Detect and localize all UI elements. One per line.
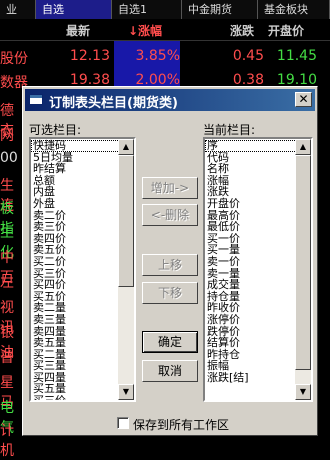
dialog-title: 订制表头栏目(期货类) — [49, 96, 178, 111]
close-icon[interactable]: ✕ — [295, 92, 312, 107]
header-latest[interactable]: 最新 — [66, 22, 90, 39]
list-item[interactable]: 涨跌[结] — [205, 372, 297, 384]
current-list-scrollbar[interactable]: ▲ ▼ — [295, 139, 311, 400]
current-columns-list[interactable]: 序代码 名称 涨幅 涨跌 开盘价 最高价 最低价 买一价 买一量 卖一价 卖一量 成交量 持仓量 昨收价涨… — [203, 137, 313, 402]
available-columns-list[interactable]: 快捷码 5日均量 昨结算 总额 内盘 外盘 卖二价 卖三价 卖四价 卖五价 买二价 买三价 买四价 买五价… — [29, 137, 136, 402]
tab-zixuan1[interactable]: 自选1 — [112, 0, 182, 19]
available-list-scrollbar[interactable]: ▲ ▼ — [118, 139, 134, 400]
move-up-button[interactable]: 上移 — [142, 254, 198, 276]
row-name: 00 — [0, 150, 18, 166]
move-down-button[interactable]: 下移 — [142, 282, 198, 304]
row-name: 普 — [0, 350, 14, 366]
list-item[interactable]: 卖五量 — [31, 337, 120, 349]
window-tabs: 业 自选 自选1 中金期货 基金板块 — [0, 0, 330, 19]
row-name: 网 — [0, 128, 14, 144]
add-column-button[interactable]: 增加-> — [142, 177, 198, 199]
list-item[interactable]: 涨停价 — [205, 314, 297, 326]
row-name: 计机 — [0, 423, 14, 459]
list-item[interactable]: 快捷码 — [31, 140, 120, 152]
customize-columns-dialog: 订制表头栏目(期货类) ✕ 可选栏目: 当前栏目: 快捷码 5日均量 昨结算 总额 内盘… — [22, 86, 318, 436]
list-item[interactable]: 外盘 — [31, 198, 120, 210]
scroll-down-arrow-icon[interactable]: ▼ — [118, 384, 134, 400]
tab-zixuan[interactable]: 自选 — [36, 0, 112, 19]
table-row[interactable]: 股份 12.13 3.85% 0.45 11.45 — [0, 44, 330, 68]
scroll-thumb[interactable] — [295, 155, 311, 370]
save-all-workspaces-checkbox[interactable] — [117, 417, 129, 429]
header-open[interactable]: 开盘价 — [268, 22, 304, 39]
remove-column-button[interactable]: <-删除 — [142, 204, 198, 226]
scroll-down-arrow-icon[interactable]: ▼ — [295, 384, 311, 400]
list-item[interactable]: 卖一价 — [205, 256, 297, 268]
window-icon — [29, 94, 43, 105]
tab-cffex-futures[interactable]: 中金期货 — [182, 0, 258, 19]
current-columns-label: 当前栏目: — [203, 123, 256, 137]
list-item[interactable]: 买三价 — [31, 395, 120, 400]
available-columns-label: 可选栏目: — [29, 123, 82, 137]
save-all-workspaces-label[interactable]: 保存到所有工作区 — [133, 416, 229, 433]
tab-fund-sector[interactable]: 基金板块 — [258, 0, 330, 19]
list-item[interactable]: 最低价 — [205, 221, 297, 233]
dialog-titlebar[interactable]: 订制表头栏目(期货类) ✕ — [25, 89, 315, 111]
list-item[interactable]: 开盘价 — [205, 198, 297, 210]
list-item[interactable]: 卖三价 — [31, 221, 120, 233]
tab-0[interactable]: 业 — [0, 0, 36, 19]
list-item[interactable]: 序 — [205, 140, 297, 152]
row-name: 左 — [0, 275, 14, 291]
list-item[interactable]: 成交量 — [205, 279, 297, 291]
cancel-button[interactable]: 取消 — [142, 360, 198, 382]
scroll-thumb[interactable] — [118, 155, 134, 287]
list-item[interactable]: 买二价 — [31, 256, 120, 268]
header-change-pct[interactable]: ↓涨幅 — [128, 22, 162, 39]
table-header: 最新 ↓涨幅 涨跌 开盘价 — [0, 19, 330, 41]
ok-button[interactable]: 确定 — [142, 331, 198, 353]
list-item[interactable]: 结算价 — [205, 337, 297, 349]
list-item[interactable]: 卖三量 — [31, 314, 120, 326]
list-item[interactable]: 买四价 — [31, 279, 120, 291]
scroll-up-arrow-icon[interactable]: ▲ — [295, 139, 311, 155]
scroll-up-arrow-icon[interactable]: ▲ — [118, 139, 134, 155]
header-change[interactable]: 涨跌 — [230, 22, 254, 39]
